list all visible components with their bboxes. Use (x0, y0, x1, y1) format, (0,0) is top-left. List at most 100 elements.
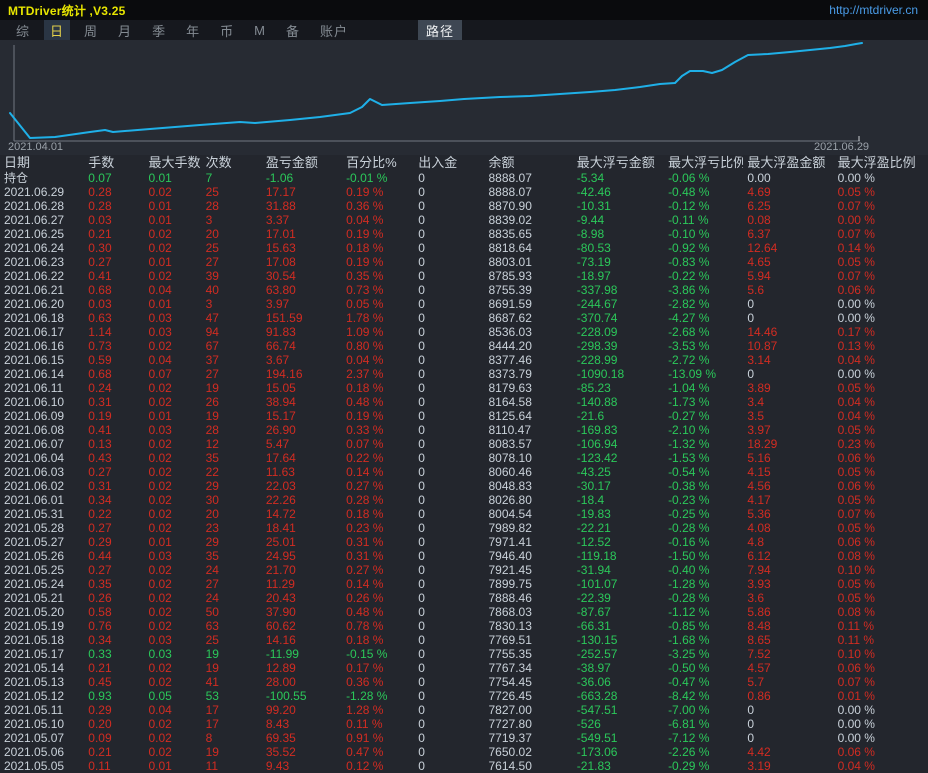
menu-item-周[interactable]: 周 (78, 20, 104, 41)
table-row[interactable]: 2021.06.210.680.044063.800.73 %08755.39-… (0, 283, 928, 297)
table-row[interactable]: 2021.05.250.270.022421.700.27 %07921.45-… (0, 563, 928, 577)
app-title: MTDriver统计 ,V3.25 (8, 2, 125, 19)
cell: 0.19 % (342, 409, 414, 423)
table-row[interactable]: 2021.05.310.220.022014.720.18 %08004.54-… (0, 507, 928, 521)
cell: -11.99 (262, 647, 342, 661)
table-row[interactable]: 2021.05.180.340.032514.160.18 %07769.51-… (0, 633, 928, 647)
cell: 0.27 % (342, 563, 414, 577)
table-row[interactable]: 2021.06.290.280.022517.170.19 %08888.07-… (0, 185, 928, 199)
cell: 3.37 (262, 213, 342, 227)
table-row[interactable]: 2021.06.240.300.022515.630.18 %08818.64-… (0, 241, 928, 255)
table-row[interactable]: 2021.06.230.270.012717.080.19 %08803.01-… (0, 255, 928, 269)
cell: 0 (414, 395, 484, 409)
cell: 0.73 (84, 339, 144, 353)
website-link[interactable]: http://mtdriver.cn (829, 3, 918, 17)
menu-item-月[interactable]: 月 (112, 20, 138, 41)
cell: -0.50 % (664, 661, 743, 675)
cell: 0.02 (144, 493, 201, 507)
table-row[interactable]: 2021.05.140.210.021912.890.17 %07767.34-… (0, 661, 928, 675)
table-row[interactable]: 2021.05.270.290.012925.010.31 %07971.41-… (0, 535, 928, 549)
table-row[interactable]: 2021.05.050.110.01119.430.12 %07614.50-2… (0, 759, 928, 773)
row-date: 2021.06.04 (0, 451, 84, 465)
cell: 0.21 (84, 661, 144, 675)
cell: 0 (743, 367, 833, 381)
cell: 0.47 % (342, 745, 414, 759)
table-row[interactable]: 2021.06.020.310.022922.030.27 %08048.83-… (0, 479, 928, 493)
cell: 0.14 % (342, 465, 414, 479)
menu-item-M[interactable]: M (248, 22, 272, 39)
column-header[interactable]: 最大浮盈比例 (834, 155, 928, 171)
table-row[interactable]: 2021.05.130.450.024128.000.36 %07754.45-… (0, 675, 928, 689)
table-row[interactable]: 2021.06.280.280.012831.880.36 %08870.90-… (0, 199, 928, 213)
column-header[interactable]: 手数 (84, 155, 144, 171)
table-row[interactable]: 2021.06.160.730.026766.740.80 %08444.20-… (0, 339, 928, 353)
cell: -42.46 (573, 185, 664, 199)
menu-item-综[interactable]: 综 (10, 20, 36, 41)
table-row[interactable]: 2021.05.190.760.026360.620.78 %07830.13-… (0, 619, 928, 633)
column-header[interactable]: 最大浮盈金额 (743, 155, 833, 171)
cell: 27 (202, 367, 262, 381)
table-row[interactable]: 2021.06.200.030.0133.970.05 %08691.59-24… (0, 297, 928, 311)
table-row[interactable]: 2021.06.100.310.022638.940.48 %08164.58-… (0, 395, 928, 409)
table-row[interactable]: 2021.06.140.680.0727194.162.37 %08373.79… (0, 367, 928, 381)
row-date: 2021.05.17 (0, 647, 84, 661)
path-button[interactable]: 路径 (418, 20, 462, 41)
table-row[interactable]: 2021.05.100.200.02178.430.11 %07727.80-5… (0, 717, 928, 731)
menu-item-年[interactable]: 年 (180, 20, 206, 41)
table-row[interactable]: 2021.05.060.210.021935.520.47 %07650.02-… (0, 745, 928, 759)
cell: 0.07 % (342, 437, 414, 451)
row-date: 2021.06.03 (0, 465, 84, 479)
table-row[interactable]: 2021.06.270.030.0133.370.04 %08839.02-9.… (0, 213, 928, 227)
table-row[interactable]: 2021.06.250.210.022017.010.19 %08835.65-… (0, 227, 928, 241)
menu-item-币[interactable]: 币 (214, 20, 240, 41)
table-row[interactable]: 2021.06.030.270.022211.630.14 %08060.46-… (0, 465, 928, 479)
column-header[interactable]: 最大手数 (144, 155, 201, 171)
table-row[interactable]: 2021.06.180.630.0347151.591.78 %08687.62… (0, 311, 928, 325)
table-row[interactable]: 2021.05.280.270.022318.410.23 %07989.82-… (0, 521, 928, 535)
table-row[interactable]: 2021.06.220.410.023930.540.35 %08785.93-… (0, 269, 928, 283)
cell: 26.90 (262, 423, 342, 437)
table-row[interactable]: 2021.05.110.290.041799.201.28 %07827.00-… (0, 703, 928, 717)
table-row[interactable]: 2021.06.150.590.04373.670.04 %08377.46-2… (0, 353, 928, 367)
table-row[interactable]: 2021.06.090.190.011915.170.19 %08125.64-… (0, 409, 928, 423)
menu-item-日[interactable]: 日 (44, 20, 70, 41)
menu-item-季[interactable]: 季 (146, 20, 172, 41)
row-date: 2021.05.18 (0, 633, 84, 647)
column-header[interactable]: 最大浮亏比例 (664, 155, 743, 171)
row-date: 2021.05.25 (0, 563, 84, 577)
cell: 53 (202, 689, 262, 703)
cell: 0.11 % (834, 633, 928, 647)
cell: 0 (414, 465, 484, 479)
table-row[interactable]: 2021.05.120.930.0553-100.55-1.28 %07726.… (0, 689, 928, 703)
column-header[interactable]: 次数 (202, 155, 262, 171)
cell: 0.05 % (834, 591, 928, 605)
column-header[interactable]: 最大浮亏金额 (573, 155, 664, 171)
table-row[interactable]: 2021.06.080.410.032826.900.33 %08110.47-… (0, 423, 928, 437)
table-row[interactable]: 持仓0.070.017-1.06-0.01 %08888.07-5.34-0.0… (0, 171, 928, 185)
table-row[interactable]: 2021.05.240.350.022711.290.14 %07899.75-… (0, 577, 928, 591)
table-row[interactable]: 2021.06.070.130.02125.470.07 %08083.57-1… (0, 437, 928, 451)
column-header[interactable]: 盈亏金额 (262, 155, 342, 171)
cell: 0.10 % (834, 647, 928, 661)
table-row[interactable]: 2021.05.170.330.0319-11.99-0.15 %07755.3… (0, 647, 928, 661)
table-row[interactable]: 2021.05.210.260.022420.430.26 %07888.46-… (0, 591, 928, 605)
table-row[interactable]: 2021.06.040.430.023517.640.22 %08078.10-… (0, 451, 928, 465)
menu-item-账户[interactable]: 账户 (314, 20, 354, 41)
cell: 22.03 (262, 479, 342, 493)
cell: 0.02 (144, 381, 201, 395)
table-row[interactable]: 2021.05.260.440.033524.950.31 %07946.40-… (0, 549, 928, 563)
table-row[interactable]: 2021.05.200.580.025037.900.48 %07868.03-… (0, 605, 928, 619)
column-header[interactable]: 出入金 (414, 155, 484, 171)
table-row[interactable]: 2021.05.070.090.02869.350.91 %07719.37-5… (0, 731, 928, 745)
table-row[interactable]: 2021.06.171.140.039491.831.09 %08536.03-… (0, 325, 928, 339)
column-header[interactable]: 百分比% (342, 155, 414, 171)
menu-item-备[interactable]: 备 (280, 20, 306, 41)
cell: 0.29 (84, 703, 144, 717)
table-row[interactable]: 2021.06.110.240.021915.050.18 %08179.63-… (0, 381, 928, 395)
column-header[interactable]: 日期 (0, 155, 84, 171)
column-header[interactable]: 余额 (485, 155, 573, 171)
table-row[interactable]: 2021.06.010.340.023022.260.28 %08026.80-… (0, 493, 928, 507)
row-date: 2021.05.24 (0, 577, 84, 591)
cell: -2.72 % (664, 353, 743, 367)
cell: 3.97 (262, 297, 342, 311)
